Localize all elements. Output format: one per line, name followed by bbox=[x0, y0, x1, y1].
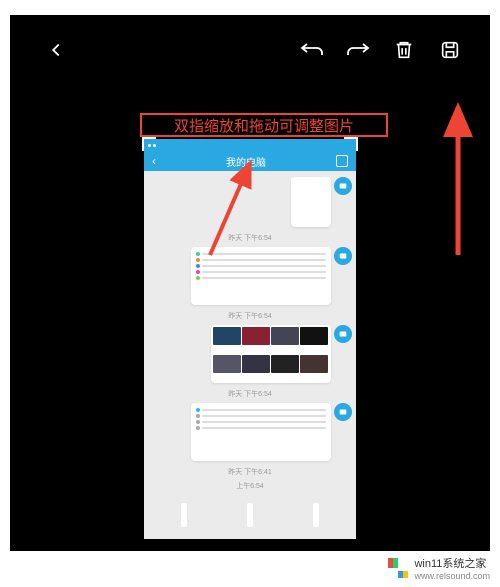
chat-timestamp: 上午6:54 bbox=[148, 481, 352, 491]
phone-user-icon bbox=[336, 155, 348, 167]
phone-preview[interactable]: ‹ 我的电脑 昨天 下午6:54 bbox=[144, 139, 356, 539]
phone-title: 我的电脑 bbox=[226, 154, 266, 169]
back-button[interactable] bbox=[36, 30, 76, 70]
chat-message bbox=[291, 177, 331, 227]
chat-body: 昨天 下午6:54 昨天 下午6:54 bbox=[144, 171, 356, 539]
phone-back-icon: ‹ bbox=[152, 154, 156, 168]
watermark-text1: win11系统之家 bbox=[414, 555, 490, 571]
watermark: win11系统之家 www.relsound.com bbox=[388, 555, 490, 581]
phone-status-bar bbox=[144, 139, 356, 151]
watermark-text2: www.relsound.com bbox=[414, 571, 490, 581]
chat-message bbox=[211, 325, 331, 383]
chat-message bbox=[191, 403, 331, 461]
chat-avatar bbox=[334, 247, 352, 265]
chat-avatar bbox=[334, 177, 352, 195]
save-button[interactable] bbox=[430, 30, 470, 70]
chat-timestamp: 昨天 下午6:41 bbox=[148, 467, 352, 477]
hint-banner: 双指缩放和拖动可调整图片 bbox=[140, 113, 388, 137]
chat-message bbox=[191, 247, 331, 305]
delete-button[interactable] bbox=[384, 30, 424, 70]
undo-button[interactable] bbox=[292, 30, 332, 70]
annotation-arrow bbox=[438, 95, 478, 265]
chat-avatar bbox=[334, 325, 352, 343]
crop-handles-bottom[interactable] bbox=[10, 503, 490, 527]
phone-header: ‹ 我的电脑 bbox=[144, 151, 356, 171]
redo-button[interactable] bbox=[338, 30, 378, 70]
hint-text: 双指缩放和拖动可调整图片 bbox=[174, 115, 354, 136]
chat-timestamp: 昨天 下午6:54 bbox=[148, 311, 352, 321]
watermark-logo bbox=[388, 558, 408, 578]
chat-timestamp: 昨天 下午6:54 bbox=[148, 233, 352, 243]
chat-timestamp: 昨天 下午6:54 bbox=[148, 389, 352, 399]
chat-avatar bbox=[334, 403, 352, 421]
